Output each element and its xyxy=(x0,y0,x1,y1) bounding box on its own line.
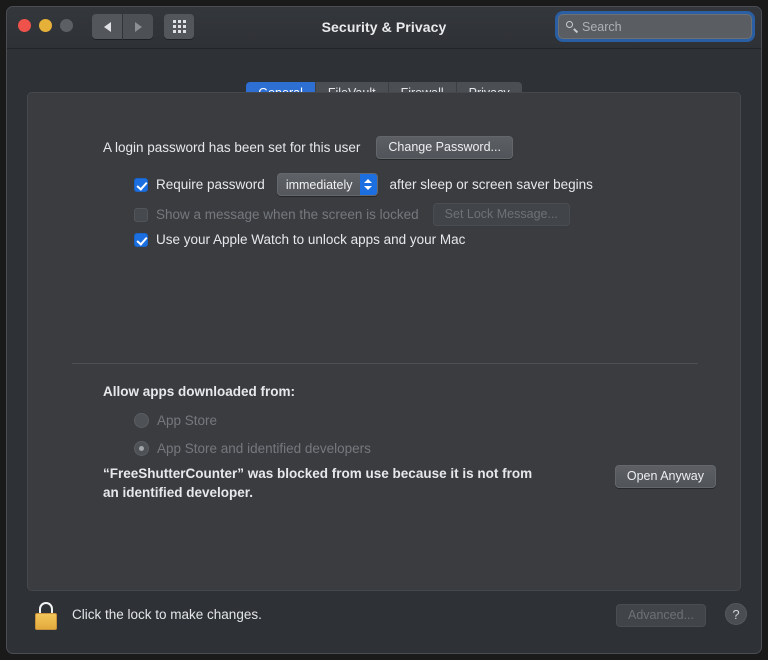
blocked-app-notice-line2: an identified developer. xyxy=(103,485,254,500)
chevron-updown-icon xyxy=(359,174,377,195)
open-anyway-button[interactable]: Open Anyway xyxy=(614,465,716,488)
require-password-delay-popup[interactable]: immediately xyxy=(276,173,378,196)
search-input[interactable] xyxy=(580,18,744,35)
apple-watch-checkbox[interactable] xyxy=(134,232,148,247)
lock-message-label: Show a message when the screen is locked xyxy=(156,207,419,222)
general-tab-panel: A login password has been set for this u… xyxy=(27,92,741,591)
login-password-row: A login password has been set for this u… xyxy=(103,136,513,159)
blocked-app-notice-line1: “FreeShutterCounter” was blocked from us… xyxy=(103,466,533,481)
security-privacy-window: Security & Privacy General FileVault Fir… xyxy=(6,6,762,654)
login-password-text: A login password has been set for this u… xyxy=(103,140,361,155)
allow-apps-heading: Allow apps downloaded from: xyxy=(103,384,295,399)
require-password-delay-value: immediately xyxy=(285,177,353,192)
blocked-app-notice: “FreeShutterCounter” was blocked from us… xyxy=(103,464,532,502)
window-titlebar: Security & Privacy xyxy=(7,7,761,49)
allow-apps-option-app-store: App Store xyxy=(134,413,217,428)
lock-hint-text: Click the lock to make changes. xyxy=(72,607,262,622)
search-icon xyxy=(566,20,578,33)
allow-apps-option-identified-developers: App Store and identified developers xyxy=(134,441,371,456)
require-password-label: Require password xyxy=(156,177,265,192)
identified-developers-radio xyxy=(134,441,149,456)
help-button[interactable]: ? xyxy=(725,603,747,625)
apple-watch-row: Use your Apple Watch to unlock apps and … xyxy=(134,232,465,247)
require-password-checkbox[interactable] xyxy=(134,177,148,192)
change-password-button[interactable]: Change Password... xyxy=(376,136,513,159)
require-password-suffix-label: after sleep or screen saver begins xyxy=(389,177,593,192)
advanced-button: Advanced... xyxy=(615,604,706,627)
lock-message-checkbox xyxy=(134,207,148,222)
lock-message-row: Show a message when the screen is locked… xyxy=(134,203,570,226)
search-field[interactable] xyxy=(558,14,752,39)
window-footer: Click the lock to make changes. Advanced… xyxy=(7,591,761,653)
set-lock-message-button: Set Lock Message... xyxy=(432,203,570,226)
section-divider xyxy=(72,363,698,364)
allow-apps-heading-row: Allow apps downloaded from: xyxy=(103,384,295,399)
app-store-radio xyxy=(134,413,149,428)
apple-watch-label: Use your Apple Watch to unlock apps and … xyxy=(156,232,466,247)
app-store-radio-label: App Store xyxy=(157,413,218,428)
lock-closed-icon[interactable] xyxy=(35,602,57,630)
require-password-row: Require password immediately after sleep… xyxy=(134,173,593,196)
identified-developers-radio-label: App Store and identified developers xyxy=(157,441,371,456)
